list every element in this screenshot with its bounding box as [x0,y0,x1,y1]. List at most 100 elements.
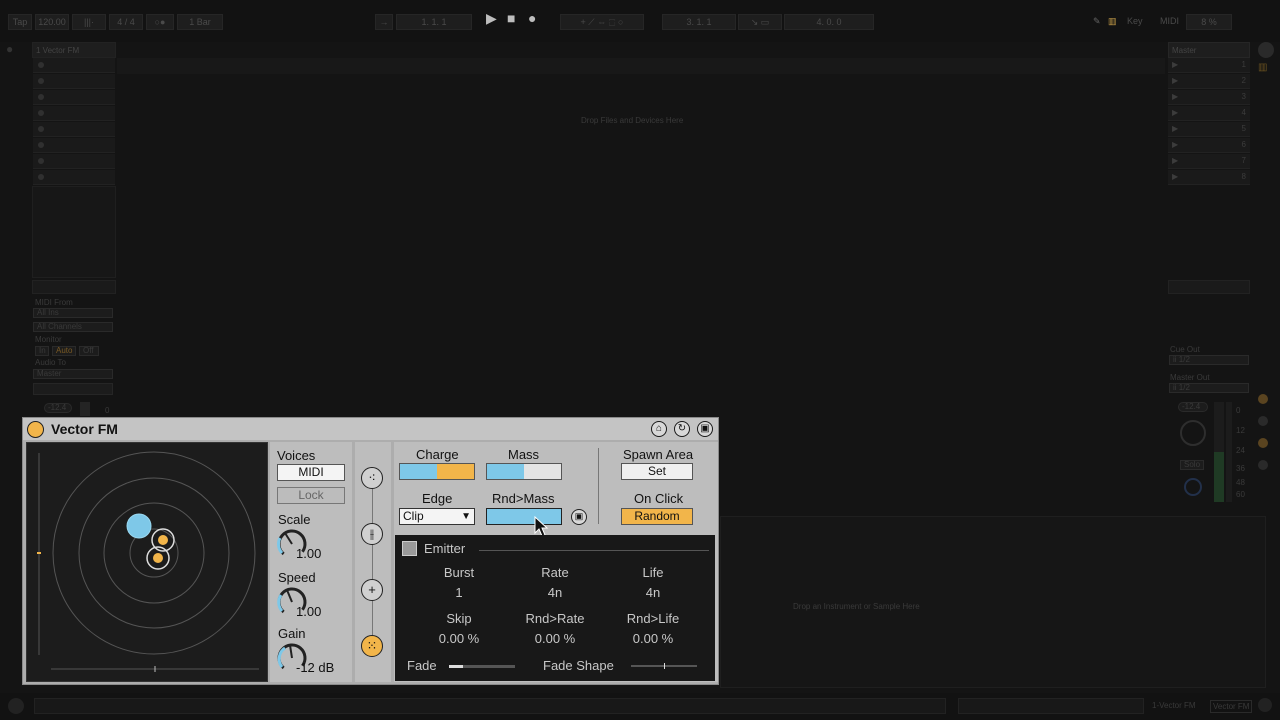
master-stop-area[interactable] [1168,280,1250,294]
clip-slot[interactable] [33,138,115,153]
record-icon[interactable]: ● [528,11,536,25]
master-meter-right [1226,402,1232,502]
io-toggle-icon[interactable] [1258,416,1268,426]
hot-swap-icon[interactable]: ⌂ [651,421,667,437]
scene-launch[interactable]: ▶ 6 [1168,138,1250,153]
mass-slider[interactable] [486,463,562,480]
cluster-mode-icon[interactable]: ⁖ [361,467,383,489]
master-meter-left [1214,402,1224,502]
rnd-rate-value[interactable]: 0.00 % [510,631,600,646]
quantize-select[interactable]: 1 Bar [177,14,223,30]
particle-visualizer[interactable] [26,442,268,682]
scene-launch[interactable]: ▶ 7 [1168,154,1250,169]
info-toggle-icon[interactable] [8,698,24,714]
midi-channel-select[interactable]: All Channels [33,322,113,332]
voices-mode-button[interactable]: MIDI [277,464,345,481]
automation-controls[interactable]: + ⟋ ⇔ ⬚ ○ [560,14,644,30]
fade-shape-label: Fade Shape [543,658,614,673]
clip-slot[interactable] [33,90,115,105]
track-volume[interactable]: -12.4 [44,403,72,413]
lock-button[interactable]: Lock [277,487,345,504]
play-icon[interactable]: ▶ [486,11,497,25]
scene-number: 6 [1241,140,1246,149]
scene-launch[interactable]: ▶ 5 [1168,122,1250,137]
instrument-drop-zone[interactable]: Drop an Instrument or Sample Here [720,516,1266,688]
tempo-field[interactable]: 120.00 [35,14,69,30]
save-preset-icon[interactable]: ▣ [697,421,713,437]
follow-icon[interactable]: → [375,14,393,30]
master-out-select[interactable]: ii 1/2 [1169,383,1249,393]
cue-knob-icon[interactable] [1184,478,1202,496]
charge-slider[interactable] [399,463,475,480]
metronome-toggle-icon[interactable]: ○● [146,14,174,30]
rate-value[interactable]: 4n [510,585,600,600]
sends-toggle-icon[interactable] [1258,438,1268,448]
scene-launch[interactable]: ▶ 8 [1168,170,1250,185]
cue-out-select[interactable]: ii 1/2 [1169,355,1249,365]
detail-toggle-icon[interactable] [1258,698,1272,712]
clip-view-icon[interactable]: ▥ [1258,62,1274,76]
io-toggle[interactable] [32,280,116,294]
device-activator-icon[interactable] [27,421,44,438]
master-volume[interactable]: -12.4 [1178,402,1208,412]
overview-icon[interactable] [1258,42,1274,58]
save-icon[interactable]: ▣ [571,509,587,525]
skip-value[interactable]: 0.00 % [414,631,504,646]
track-header[interactable]: 1 Vector FM [32,42,116,58]
master-header[interactable]: Master [1168,42,1250,58]
db-scale-60: 60 [1236,490,1245,499]
loop-start-field[interactable]: 3. 1. 1 [662,14,736,30]
metronome-icon[interactable]: |||· [72,14,106,30]
midi-map-button[interactable]: MIDI [1160,14,1179,28]
loop-toggle-icons[interactable]: ↘ ▭ [738,14,782,30]
key-map-button[interactable]: Key [1127,14,1143,28]
scene-number: 7 [1241,156,1246,165]
rnd-mass-slider[interactable] [486,508,562,525]
clip-slot[interactable] [33,106,115,121]
stop-icon[interactable]: ■ [507,11,515,25]
returns-toggle-icon[interactable] [1258,460,1268,470]
tap-button[interactable]: Tap [8,14,32,30]
rnd-life-value[interactable]: 0.00 % [608,631,698,646]
orbit-canvas[interactable] [27,443,268,682]
device-tab[interactable]: Vector FM [1210,700,1253,713]
monitor-off-button[interactable]: Off [79,346,99,356]
monitor-in-button[interactable]: In [35,346,49,356]
clip-slot[interactable] [33,58,115,73]
scene-launch[interactable]: ▶ 2 [1168,74,1250,89]
arrangement-position[interactable]: 1. 1. 1 [396,14,472,30]
scene-launch[interactable]: ▶ 3 [1168,90,1250,105]
spawn-set-button[interactable]: Set [621,463,693,480]
clip-slot[interactable] [33,74,115,89]
clip-slot[interactable] [33,170,115,185]
particles-mode-icon[interactable]: ⁙ [361,635,383,657]
burst-value[interactable]: 1 [414,585,504,600]
scene-launch[interactable]: ▶ 1 [1168,58,1250,73]
add-mode-icon[interactable]: + [361,579,383,601]
pencil-icon[interactable]: ✎ [1093,14,1101,28]
refresh-icon[interactable]: ↻ [674,421,690,437]
track-tab[interactable]: 1-Vector FM [1152,701,1196,710]
device-title-bar[interactable]: Vector FM ⌂ ↻ ▣ [23,418,718,440]
loop-length-field[interactable]: 4. 0. 0 [784,14,874,30]
sliders-mode-icon[interactable]: ⫲ [361,523,383,545]
midi-from-select[interactable]: All Ins [33,308,113,318]
pan-knob-icon[interactable] [1180,420,1206,446]
on-click-mode-button[interactable]: Random [621,508,693,525]
rnd-mass-label: Rnd>Mass [492,491,555,506]
clip-slot[interactable] [33,154,115,169]
mix-toggle-icon[interactable] [1258,394,1268,404]
audio-to-select[interactable]: Master [33,369,113,379]
fade-shape-slider[interactable] [631,663,697,669]
time-signature[interactable]: 4 / 4 [109,14,143,30]
solo-button[interactable]: Solo [1180,460,1204,470]
clip-slot[interactable] [33,122,115,137]
browser-toggle-icon[interactable]: ● [6,42,26,62]
monitor-auto-button[interactable]: Auto [52,346,76,356]
edge-select[interactable]: Clip ▼ [399,508,475,525]
scene-launch[interactable]: ▶ 4 [1168,106,1250,121]
fade-slider[interactable] [449,665,515,668]
emitter-toggle[interactable] [402,541,417,556]
life-value[interactable]: 4n [608,585,698,600]
draw-mode-icon[interactable]: ▥ [1108,14,1117,28]
